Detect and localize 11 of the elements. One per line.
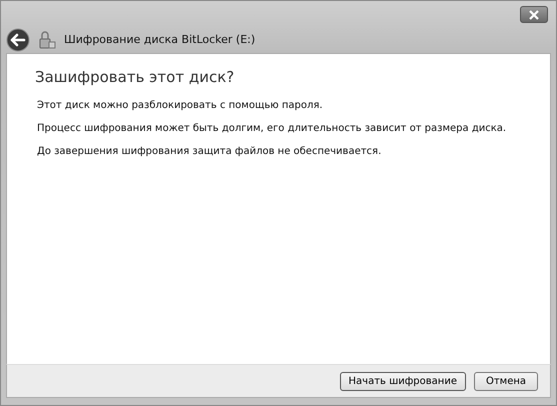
window-title: Шифрование диска BitLocker (E:) xyxy=(64,33,256,46)
page-heading: Зашифровать этот диск? xyxy=(35,68,236,86)
cancel-button[interactable]: Отмена xyxy=(474,372,538,390)
close-icon xyxy=(527,10,541,20)
back-button[interactable] xyxy=(6,28,30,52)
description-text: До завершения шифрования защита файлов не обеспечивается. xyxy=(37,146,382,157)
description-text: Этот диск можно разблокировать с помощью пароля. xyxy=(37,100,324,111)
description-text: Процесс шифрования может быть долгим, его длительность зависит от размера диска. xyxy=(37,123,508,134)
start-encryption-button[interactable]: Начать шифрование xyxy=(340,372,466,390)
close-button[interactable] xyxy=(520,6,548,23)
drive-lock-icon xyxy=(38,30,56,50)
